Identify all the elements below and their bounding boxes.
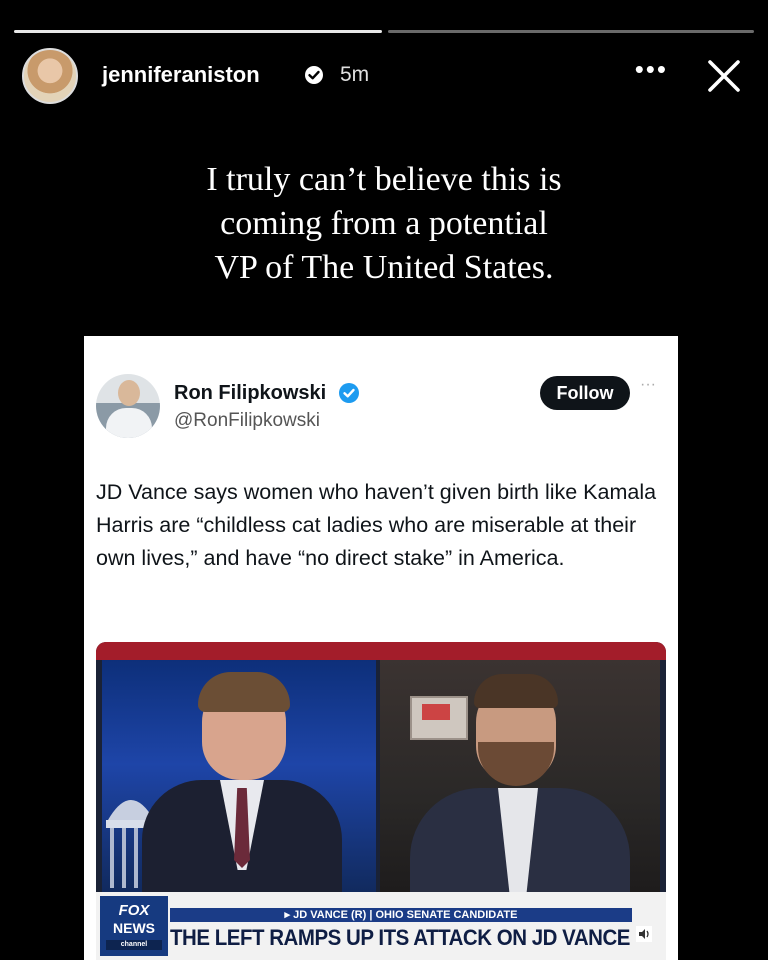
follow-button[interactable]: Follow (540, 376, 630, 410)
story-caption: I truly can’t believe this is coming fro… (0, 158, 768, 290)
more-options-icon[interactable]: ••• (635, 54, 668, 85)
tweet-author-name: Ron Filipkowski (174, 382, 327, 404)
story-progress-segment-1 (14, 30, 382, 33)
caption-line: VP of The United States. (214, 249, 554, 286)
video-top-banner (96, 642, 666, 660)
verified-badge-icon (305, 66, 323, 84)
tweet-more-icon: ··· (640, 376, 656, 393)
story-progress-segment-2 (388, 30, 754, 33)
close-icon[interactable] (702, 54, 746, 98)
left-video-panel (102, 660, 376, 892)
lower-third-banner: FOX NEWS channel ▸ JD VANCE (R) | OHIO S… (96, 892, 666, 960)
caption-line: coming from a potential (220, 205, 548, 242)
tweet-author-avatar (96, 374, 160, 438)
news-video-still: FOX NEWS channel ▸ JD VANCE (R) | OHIO S… (96, 642, 666, 960)
ticker-headline: THE LEFT RAMPS UP ITS ATTACK ON JD VANCE (170, 925, 630, 950)
tweet-screenshot: Ron Filipkowski @RonFilipkowski Follow ·… (84, 336, 678, 960)
verified-badge-icon (339, 383, 359, 403)
username[interactable]: jenniferaniston (102, 62, 260, 88)
post-time: 5m (340, 63, 370, 86)
tweet-author-handle: @RonFilipkowski (174, 410, 320, 431)
tweet-text: JD Vance says women who haven’t given bi… (96, 480, 657, 570)
story-header: jenniferaniston 5m ••• (22, 48, 746, 106)
logo-channel-text: channel (106, 940, 162, 950)
profile-avatar[interactable] (22, 48, 78, 104)
right-video-panel (380, 660, 660, 892)
fox-news-logo: FOX NEWS channel (100, 896, 168, 956)
caption-line: I truly can’t believe this is (206, 161, 562, 198)
logo-fox-text: FOX (118, 902, 150, 919)
logo-news-text: NEWS (113, 920, 155, 936)
ticker-subtitle: ▸ JD VANCE (R) | OHIO SENATE CANDIDATE (170, 908, 632, 922)
speaker-icon (636, 926, 652, 942)
